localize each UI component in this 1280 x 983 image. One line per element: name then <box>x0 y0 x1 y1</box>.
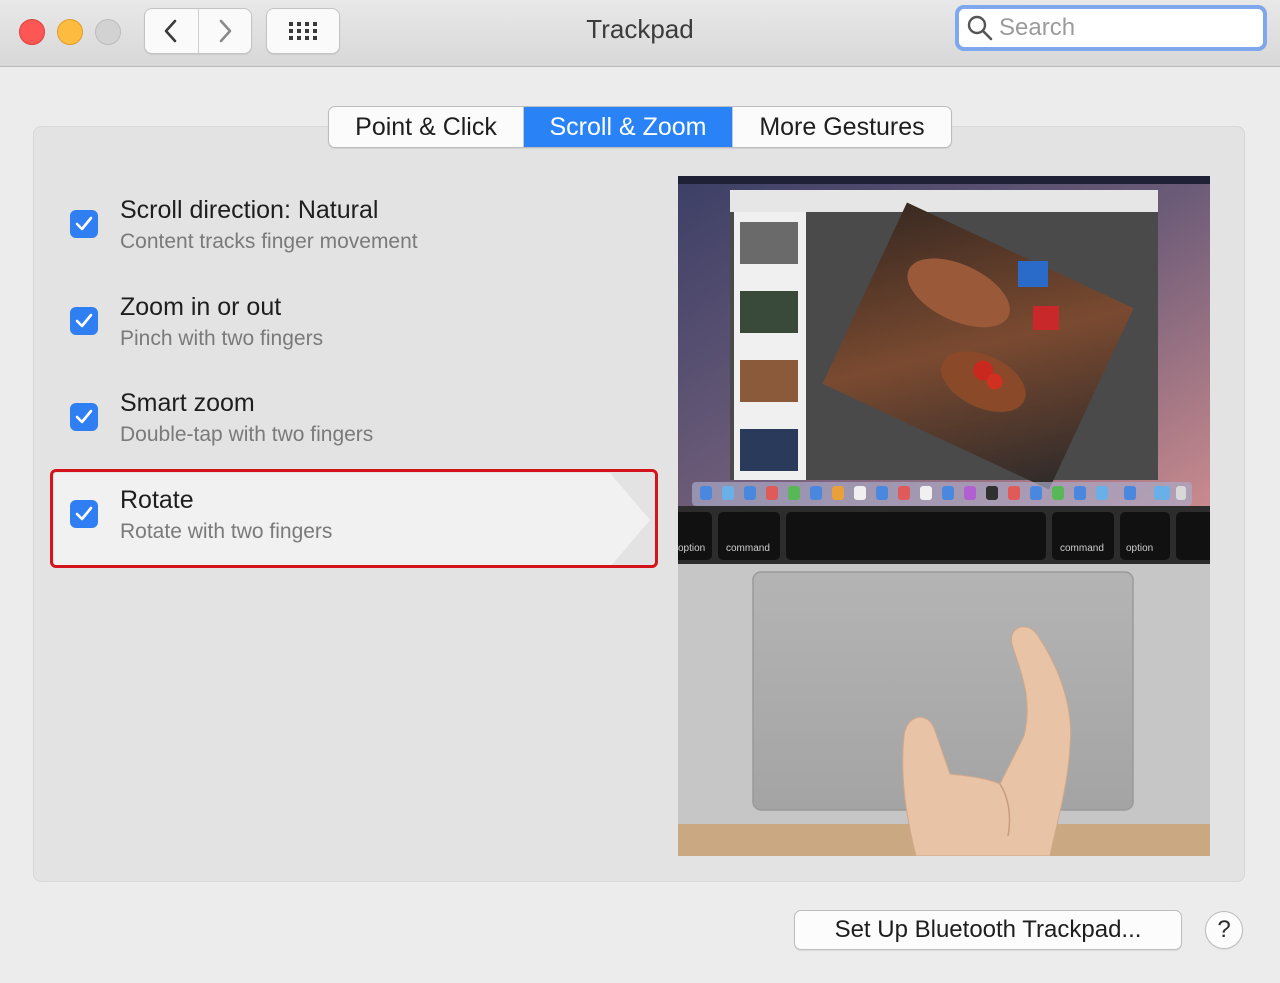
show-all-button[interactable] <box>266 8 340 54</box>
option-zoom[interactable]: Zoom in or out Pinch with two fingers <box>70 293 630 373</box>
preview-illustration: option command command option <box>678 176 1210 856</box>
help-button[interactable]: ? <box>1205 911 1243 949</box>
zoom-checkbox[interactable] <box>70 307 98 335</box>
checkmark-icon <box>75 409 93 424</box>
option-title: Scroll direction: Natural <box>120 196 379 224</box>
key-label-command: command <box>1060 543 1104 554</box>
key-label-option: option <box>678 543 705 554</box>
highlight-annotation <box>50 469 658 568</box>
option-description: Double-tap with two fingers <box>120 423 374 446</box>
setup-bluetooth-trackpad-button[interactable]: Set Up Bluetooth Trackpad... <box>794 910 1182 950</box>
option-description: Content tracks finger movement <box>120 230 418 253</box>
minimize-button[interactable] <box>57 19 83 45</box>
chevron-right-icon <box>219 19 232 43</box>
window-title: Trackpad <box>586 14 694 44</box>
gesture-preview-video: option command command option <box>678 176 1210 856</box>
key-label-option: option <box>1126 543 1153 554</box>
option-description: Pinch with two fingers <box>120 327 324 350</box>
tab-bar: Point & Click Scroll & Zoom More Gesture… <box>328 106 952 148</box>
close-button[interactable] <box>19 19 45 45</box>
title-bar: Trackpad <box>0 0 1280 67</box>
tab-more-gestures[interactable]: More Gestures <box>732 107 951 147</box>
smart-zoom-checkbox[interactable] <box>70 403 98 431</box>
forward-button[interactable] <box>197 9 252 53</box>
scroll-direction-checkbox[interactable] <box>70 210 98 238</box>
checkmark-icon <box>75 216 93 231</box>
option-smart-zoom[interactable]: Smart zoom Double-tap with two fingers <box>70 389 630 469</box>
chevron-left-icon <box>164 19 177 43</box>
navigation-buttons <box>144 8 252 54</box>
search-icon <box>967 15 993 41</box>
tab-scroll-and-zoom[interactable]: Scroll & Zoom <box>523 107 732 147</box>
tab-point-and-click[interactable]: Point & Click <box>329 107 523 147</box>
checkmark-icon <box>75 313 93 328</box>
option-title: Smart zoom <box>120 389 255 417</box>
key-label-command: command <box>726 543 770 554</box>
option-title: Zoom in or out <box>120 293 282 321</box>
grid-icon <box>289 22 317 40</box>
search-input[interactable] <box>997 13 1261 43</box>
search-field[interactable] <box>955 5 1267 51</box>
option-scroll-direction[interactable]: Scroll direction: Natural Content tracks… <box>70 196 630 276</box>
zoom-button <box>95 19 121 45</box>
back-button[interactable] <box>145 9 198 53</box>
